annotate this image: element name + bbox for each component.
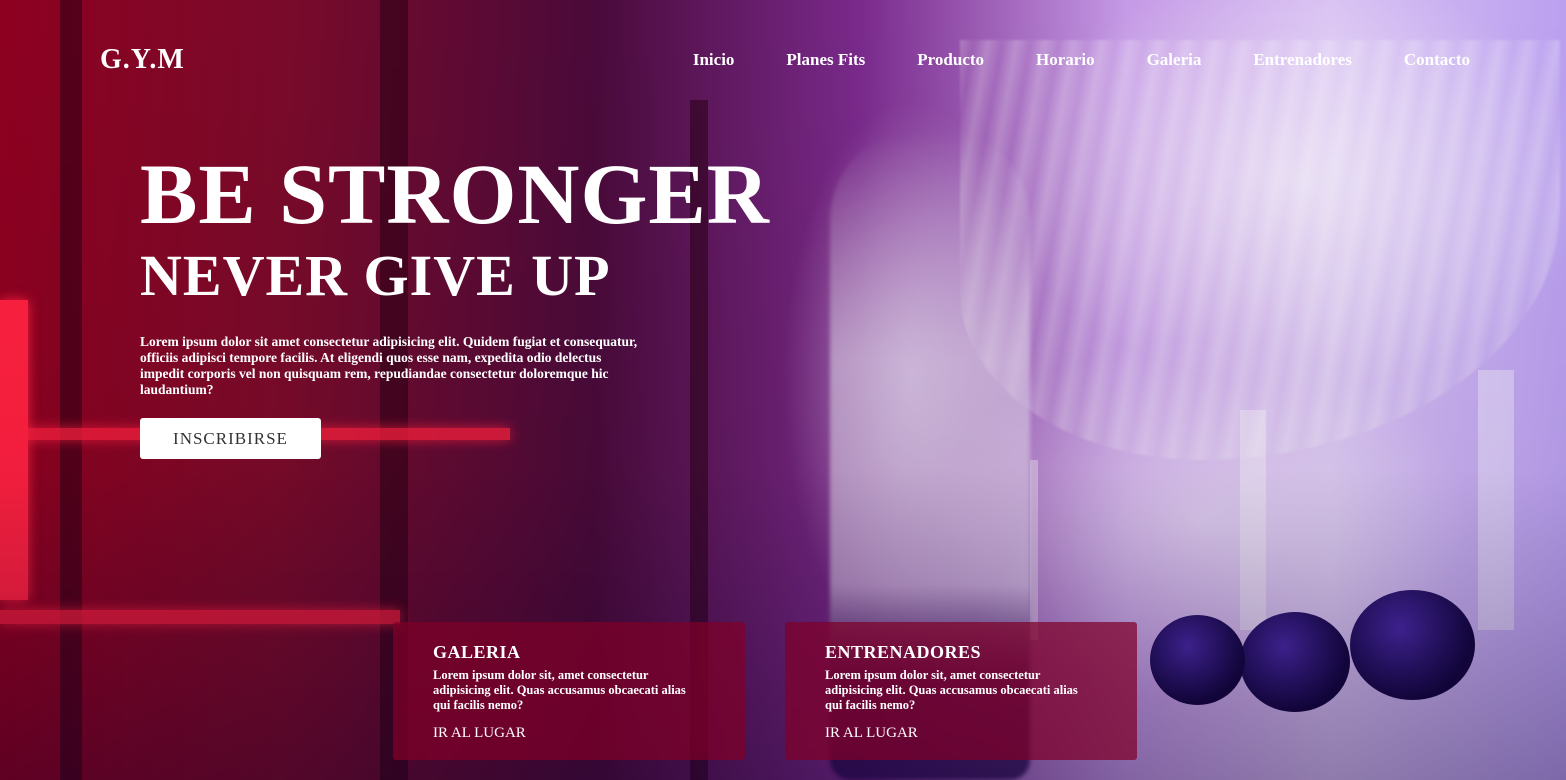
nav-item-inicio[interactable]: Inicio bbox=[693, 50, 735, 70]
hero-section: G.Y.M Inicio Planes Fits Producto Horari… bbox=[0, 0, 1566, 780]
card-entrenadores: ENTRENADORES Lorem ipsum dolor sit, amet… bbox=[785, 622, 1137, 760]
hero-description: Lorem ipsum dolor sit amet consectetur a… bbox=[140, 334, 638, 397]
card-title: ENTRENADORES bbox=[825, 642, 982, 662]
card-title: GALERIA bbox=[433, 642, 521, 662]
card-link[interactable]: IR AL LUGAR bbox=[825, 725, 918, 742]
nav-item-planes-fits[interactable]: Planes Fits bbox=[786, 50, 865, 70]
nav-item-horario[interactable]: Horario bbox=[1036, 50, 1095, 70]
nav-item-contacto[interactable]: Contacto bbox=[1404, 50, 1470, 70]
hero-title: BE STRONGER bbox=[140, 146, 770, 242]
card-link[interactable]: IR AL LUGAR bbox=[433, 725, 526, 742]
nav-item-galeria[interactable]: Galeria bbox=[1147, 50, 1202, 70]
nav-menu: Inicio Planes Fits Producto Horario Gale… bbox=[693, 50, 1470, 70]
card-text: Lorem ipsum dolor sit, amet consectetur … bbox=[433, 668, 686, 712]
top-navigation: G.Y.M Inicio Planes Fits Producto Horari… bbox=[100, 40, 1470, 80]
card-galeria: GALERIA Lorem ipsum dolor sit, amet cons… bbox=[393, 622, 745, 760]
nav-item-entrenadores[interactable]: Entrenadores bbox=[1253, 50, 1352, 70]
inscribirse-button[interactable]: INSCRIBIRSE bbox=[140, 418, 321, 459]
site-logo[interactable]: G.Y.M bbox=[100, 44, 185, 76]
hero-subtitle: NEVER GIVE UP bbox=[140, 243, 611, 308]
hero-content: BE STRONGER NEVER GIVE UP Lorem ipsum do… bbox=[140, 146, 770, 459]
nav-item-producto[interactable]: Producto bbox=[917, 50, 984, 70]
card-text: Lorem ipsum dolor sit, amet consectetur … bbox=[825, 668, 1078, 712]
